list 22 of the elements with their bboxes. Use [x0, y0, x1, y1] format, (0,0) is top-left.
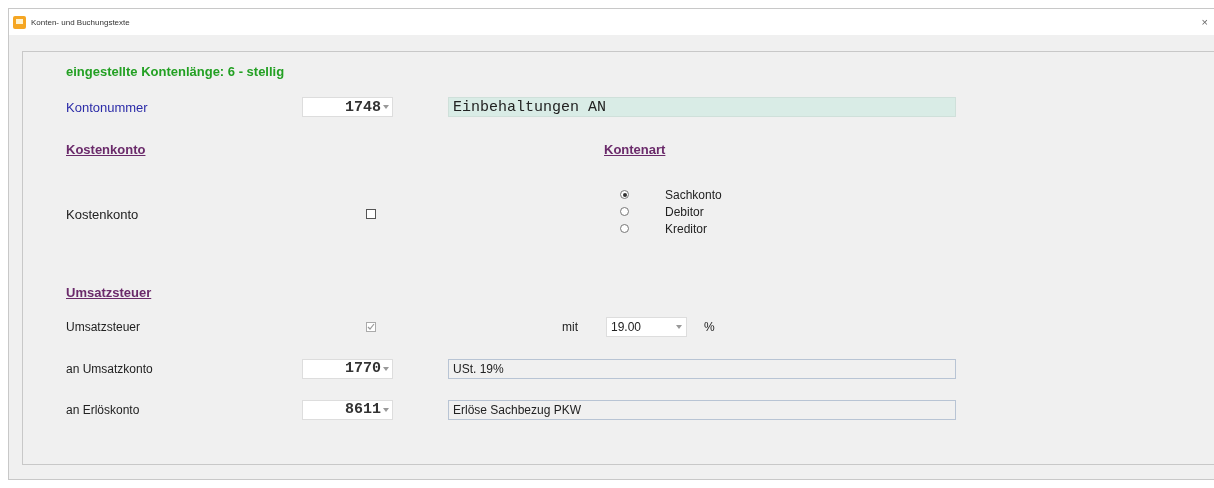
section-heading: Umsatzsteuer: [66, 284, 152, 300]
info-text: eingestellte Kontenlänge: 6 - stellig: [66, 64, 286, 81]
rate-label: mit: [562, 320, 578, 334]
radio-label: Kreditor: [665, 221, 708, 236]
field-label: Umsatzsteuer: [66, 320, 142, 334]
field-label: an Erlöskonto: [66, 402, 141, 417]
section-heading: Kostenkonto: [66, 141, 147, 157]
text-field[interactable]: USt. 19%: [448, 358, 956, 379]
field-label: an Umsatzkonto: [66, 361, 154, 376]
window-title: Konten- und Buchungstexte: [31, 17, 131, 27]
unit-label: %: [704, 320, 715, 334]
radio-label: Sachkonto: [665, 187, 722, 202]
close-button[interactable]: ×: [1201, 16, 1210, 28]
account-combo[interactable]: 8611: [302, 399, 393, 420]
text-field[interactable]: Erlöse Sachbezug PKW: [448, 399, 956, 420]
field-label: Kontonummer: [66, 99, 149, 115]
account-combo[interactable]: 1748: [302, 97, 393, 117]
radio-label: Debitor: [665, 204, 704, 219]
name-field[interactable]: Einbehaltungen AN: [448, 97, 956, 117]
account-combo[interactable]: 1770: [302, 358, 393, 379]
field-label: Kostenkonto: [66, 206, 140, 222]
section-heading: Kontenart: [604, 141, 666, 157]
